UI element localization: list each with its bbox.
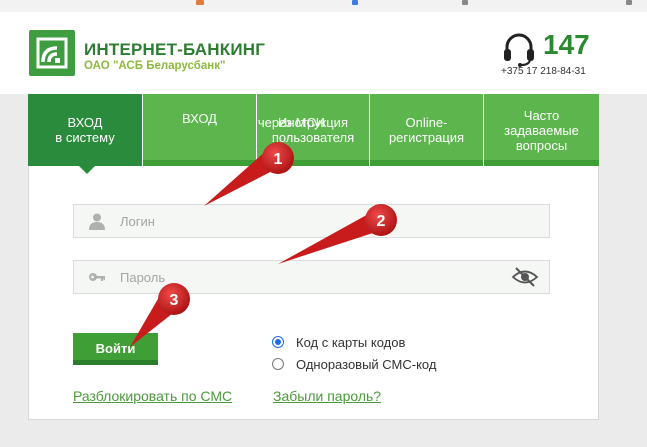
tab-label: ВХОД xyxy=(67,115,103,130)
bank-logo[interactable] xyxy=(29,30,75,76)
tab-label: ВХОД xyxy=(182,110,217,126)
tab-label: пользователя xyxy=(271,130,355,145)
browser-icon xyxy=(462,0,468,5)
hotline-number[interactable]: 147 xyxy=(543,29,590,61)
tab-online-registration[interactable]: Online- регистрация xyxy=(370,94,483,166)
option-label: Одноразовый СМС-код xyxy=(296,357,437,372)
bank-logo-icon xyxy=(36,37,68,69)
tab-label: задаваемые xyxy=(504,122,579,138)
browser-icon xyxy=(626,0,632,5)
radio-button[interactable] xyxy=(272,358,284,370)
tab-label: регистрация xyxy=(388,130,465,145)
login-field[interactable] xyxy=(73,204,550,238)
option-label: Код с карты кодов xyxy=(296,335,406,350)
headset-icon xyxy=(504,33,534,67)
tab-user-manual[interactable]: Инструкция через МСИ пользователя xyxy=(257,94,369,166)
password-field[interactable] xyxy=(73,260,550,294)
tab-overlap-label: через МСИ xyxy=(257,115,326,130)
site-header: ИНТЕРНЕТ-БАНКИНГ ОАО "АСБ Беларусбанк" 1… xyxy=(0,12,647,94)
tab-label: вопросы xyxy=(515,137,568,153)
brand-subtitle: ОАО "АСБ Беларусбанк" xyxy=(84,60,226,72)
tab-faq[interactable]: Часто задаваемые вопросы xyxy=(484,94,599,166)
browser-icon xyxy=(352,0,358,5)
phone-number[interactable]: +375 17 218-84-31 xyxy=(501,66,586,77)
tab-label: Online- xyxy=(405,115,448,130)
brand-title: ИНТЕРНЕТ-БАНКИНГ xyxy=(84,40,266,59)
toggle-password-visibility-icon[interactable] xyxy=(511,265,539,289)
active-tab-pointer xyxy=(79,166,95,174)
tab-bar: ВХОД в систему ВХОД Инструкция через МСИ… xyxy=(28,94,599,166)
key-icon xyxy=(89,273,105,281)
forgot-password-link[interactable]: Забыли пароль? xyxy=(273,388,381,404)
tab-label: Часто xyxy=(523,107,560,123)
tab-label: в систему xyxy=(55,130,115,145)
password-input[interactable] xyxy=(120,261,500,293)
tab-login-system[interactable]: ВХОД в систему xyxy=(28,94,142,166)
submit-login-button[interactable]: Войти xyxy=(73,333,158,365)
login-input[interactable] xyxy=(120,205,500,237)
user-icon xyxy=(89,213,105,230)
radio-button[interactable] xyxy=(272,336,284,348)
tab-login[interactable]: ВХОД xyxy=(143,94,256,166)
unlock-by-sms-link[interactable]: Разблокировать по СМС xyxy=(73,388,232,404)
browser-icon xyxy=(196,0,204,5)
